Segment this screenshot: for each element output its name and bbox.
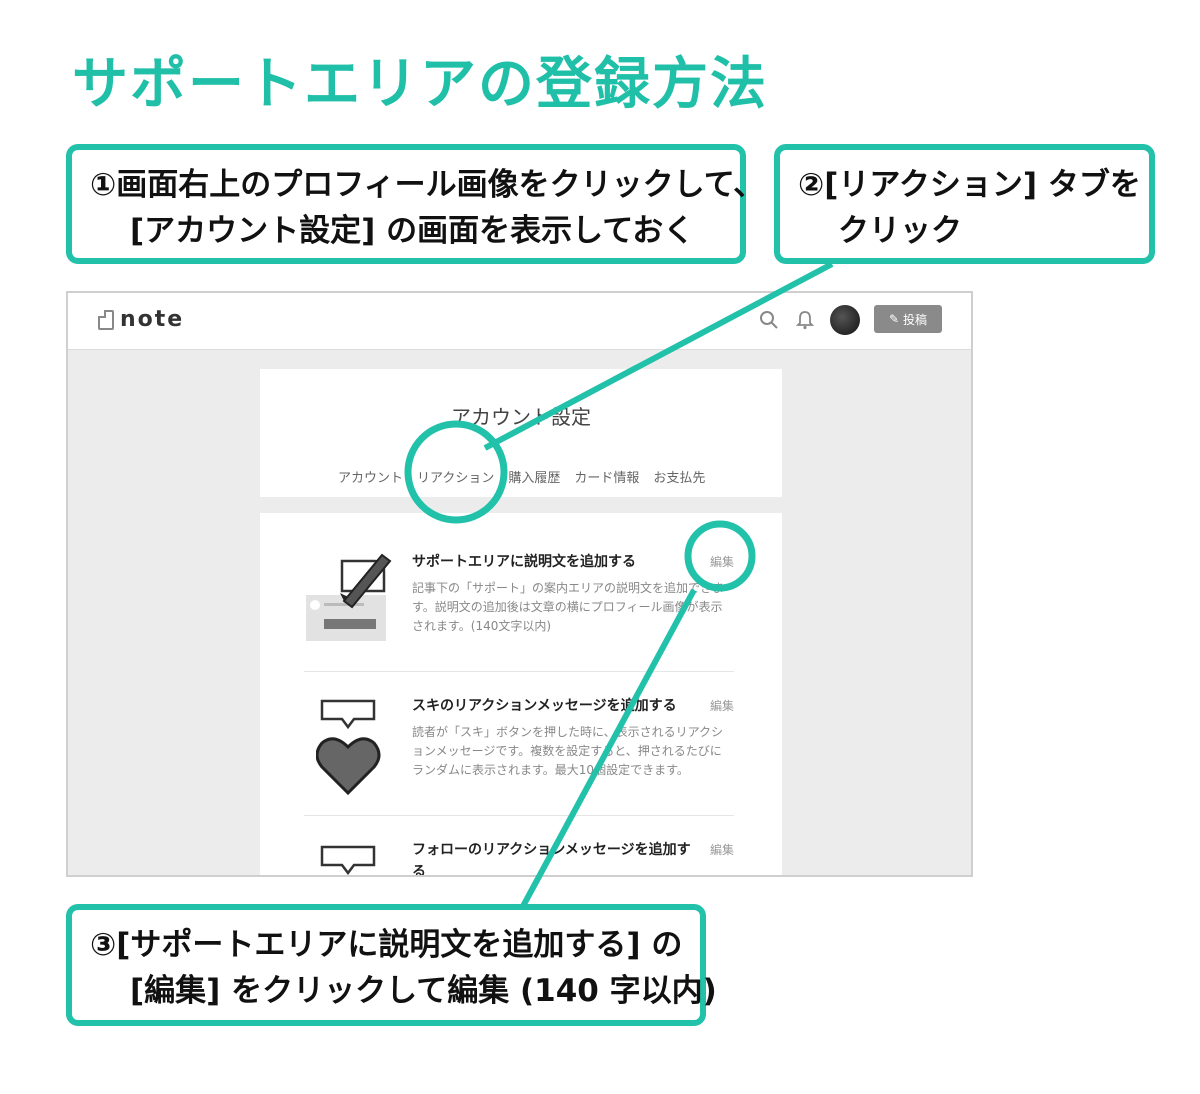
callout-step-1-line-1: ①画面右上のプロフィール画像をクリックして、 (90, 167, 765, 203)
reaction-tab-highlight-circle (404, 420, 508, 524)
callout-step-2-line-1: ②[リアクション] タブを (798, 167, 1141, 203)
edit-link-highlight-circle (684, 520, 756, 592)
callout-step-2-line-2: クリック (838, 213, 962, 249)
callout-3-pointer-line (519, 588, 697, 910)
callout-step-2: ②[リアクション] タブを クリック (774, 144, 1155, 264)
callout-step-1-line-2: [アカウント設定] の画面を表示しておく (130, 213, 695, 249)
callout-step-3-line-2: [編集] をクリックして編集 (140 字以内) (130, 973, 717, 1009)
callout-2-pointer-line (483, 261, 834, 451)
callout-step-1: ①画面右上のプロフィール画像をクリックして、 [アカウント設定] の画面を表示し… (66, 144, 765, 264)
callout-step-3: ③[サポートエリアに説明文を追加する] の [編集] をクリックして編集 (14… (66, 904, 717, 1026)
callout-step-3-line-1: ③[サポートエリアに説明文を追加する] の (90, 927, 683, 963)
